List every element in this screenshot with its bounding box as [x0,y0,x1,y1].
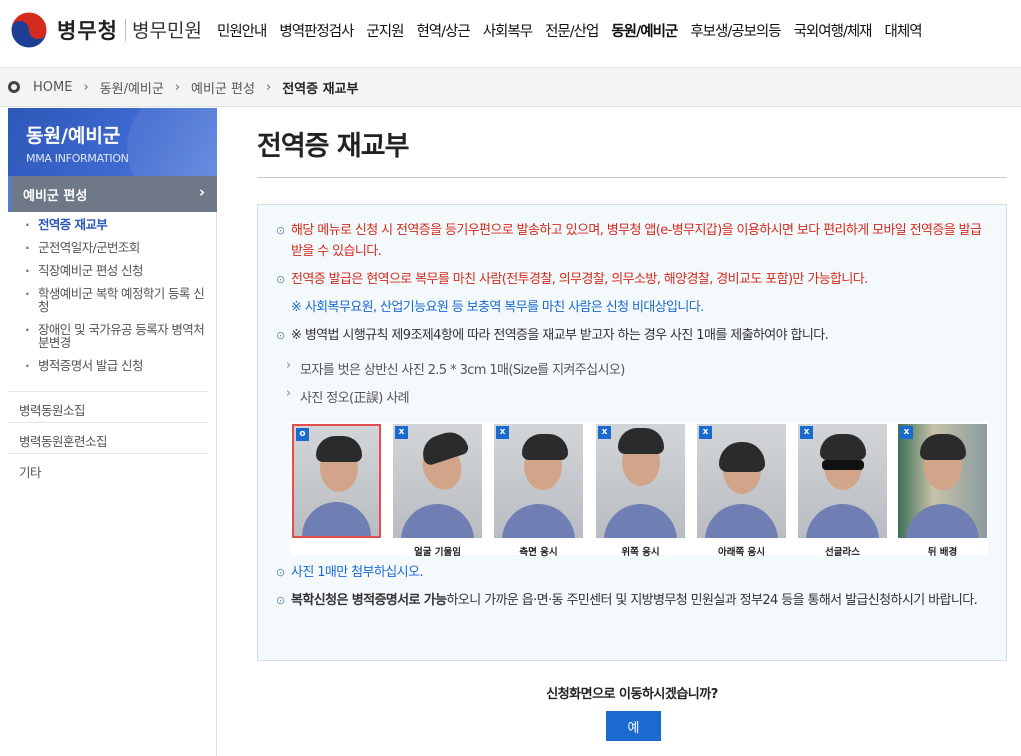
photo-caption: 선글라스 [825,547,860,558]
notice-item: ⊙ 복학신청은 병적증명서로 가능하오니 가까운 읍·면·동 주민센터 및 지방… [276,590,996,611]
chevron-right-icon: › [265,79,272,95]
sidebar-menu-mobilization[interactable]: 병력동원소집 [8,400,208,419]
notice-sub-item: ※ 사회복무요원, 산업기능요원 등 보충역 복무를 마친 사람은 신청 비대상… [291,300,704,315]
photo-example-down: x [697,424,786,538]
main-nav: 민원안내 병역판정검사 군지원 현역/상근 사회복무 전문/산업 동원/예비군 … [217,20,935,42]
sidebar: 동원/예비군 MMA INFORMATION 예비군 편성 › 전역증 재교부 … [0,108,217,756]
logo-text[interactable]: 병무청 [57,15,118,45]
mma-logo-icon[interactable] [10,11,48,49]
bullet-icon: ⊙ [276,329,285,342]
nav-item-exam[interactable]: 병역판정검사 [279,20,354,42]
sidebar-hero: 동원/예비군 MMA INFORMATION [8,108,217,176]
logo-divider [125,19,126,41]
nav-item-reserve[interactable]: 동원/예비군 [611,20,678,42]
page-title: 전역증 재교부 [257,131,409,162]
notice-item: ⊙ 사진 1매만 첨부하십시오. [276,562,996,583]
notice-text: 하오니 가까운 읍·면·동 주민센터 및 지방병무청 민원실과 정부24 등을 … [446,593,978,608]
photo-example-sunglasses: x [798,424,887,538]
breadcrumb: HOME › 동원/예비군 › 예비군 편성 › 전역증 재교부 [0,67,1021,107]
yes-button[interactable]: 예 [606,711,661,741]
chevron-right-icon: › [174,79,181,95]
sidebar-item-discharge-lookup[interactable]: 군전역일자/군번조회 [8,241,208,254]
bullet-icon: ⊙ [276,273,285,286]
sidebar-item-workplace-reserve[interactable]: 직장예비군 편성 신청 [8,264,208,277]
title-divider [257,177,1007,178]
notice-item: ⊙ 전역증 발급은 현역으로 복무를 마친 사람(전투경찰, 의무경찰, 의무소… [276,269,996,290]
confirm-question: 신청화면으로 이동하시겠습니까? [546,687,718,702]
notice-box: ⊙ 해당 메뉴로 신청 시 전역증을 등기우편으로 발송하고 있으며, 병무청 … [257,204,1007,661]
photo-example-up: x [596,424,685,538]
sidebar-item-reissue[interactable]: 전역증 재교부 [8,218,208,231]
photo-caption: 위쪽 응시 [621,547,660,558]
photo-example-correct: o [292,424,381,538]
wrong-mark-icon: x [800,426,813,439]
nav-item-candidate[interactable]: 후보생/공보의등 [690,20,781,42]
chevron-right-icon: › [83,79,89,95]
sidebar-item-disability-change[interactable]: 장애인 및 국가유공 등록자 병역처분변경 [8,323,208,349]
photo-example-side: x [494,424,583,538]
sidebar-section-reserve-organize[interactable]: 예비군 편성 › [8,176,217,212]
photo-caption: 측면 응시 [519,547,558,558]
bullet-icon: ⊙ [276,566,285,579]
nav-item-alternative[interactable]: 대체역 [885,20,923,42]
nav-item-industrial[interactable]: 전문/산업 [545,20,599,42]
home-icon[interactable] [8,81,20,93]
sidebar-menu-etc[interactable]: 기타 [8,462,208,481]
breadcrumb-item-reserve[interactable]: 동원/예비군 [100,78,164,97]
sidebar-divider [8,391,208,392]
nav-item-civil[interactable]: 민원안내 [217,20,267,42]
site-name[interactable]: 병무민원 [132,16,202,43]
nav-item-overseas[interactable]: 국외여행/체재 [794,20,873,42]
breadcrumb-home[interactable]: HOME [33,80,72,95]
correct-mark-icon: o [296,428,309,441]
chevron-right-icon: › [198,183,205,201]
sidebar-section-label: 예비군 편성 [23,188,88,204]
nav-item-active-duty[interactable]: 현역/상근 [416,20,470,42]
bullet-icon: ⊙ [276,594,285,607]
wrong-mark-icon: x [395,426,408,439]
sidebar-menu-training[interactable]: 병력동원훈련소집 [8,431,208,450]
photo-example-background: x [898,424,987,538]
header: 병무청 병무민원 민원안내 병역판정검사 군지원 현역/상근 사회복무 전문/산… [0,0,1021,62]
photo-caption: 뒤 배경 [927,547,958,558]
wrong-mark-icon: x [699,426,712,439]
sidebar-divider [8,422,208,423]
sidebar-divider [8,453,208,454]
notice-item: ⊙ ※ 병역법 시행규칙 제9조제4항에 따라 전역증을 재교부 받고자 하는 … [276,325,996,346]
breadcrumb-current: 전역증 재교부 [282,81,359,97]
photo-examples: o x x x x x x 얼굴 기울임 측면 응시 위쪽 응시 아래쪽 응시 … [290,422,988,558]
sidebar-title: 동원/예비군 [26,125,121,147]
notice-sub-item: 모자를 벗은 상반신 사진 2.5 * 3cm 1매(Size를 지켜주십시오) [286,358,625,378]
sidebar-item-certificate[interactable]: 병적증명서 발급 신청 [8,359,208,372]
sidebar-subtitle: MMA INFORMATION [26,152,129,165]
breadcrumb-item-organize[interactable]: 예비군 편성 [191,78,255,97]
photo-caption: 아래쪽 응시 [717,547,765,558]
wrong-mark-icon: x [598,426,611,439]
notice-sub-item: 사진 정오(正誤) 사례 [286,386,410,406]
bullet-icon: ⊙ [276,224,285,237]
nav-item-military-apply[interactable]: 군지원 [366,20,404,42]
photo-example-tilted: x [393,424,482,538]
notice-item: ⊙ 해당 메뉴로 신청 시 전역증을 등기우편으로 발송하고 있으며, 병무청 … [276,220,996,262]
photo-caption: 얼굴 기울임 [413,547,461,558]
sidebar-sub-list: 전역증 재교부 군전역일자/군번조회 직장예비군 편성 신청 학생예비군 복학 … [8,218,208,382]
notice-bold-text: 복학신청은 병적증명서로 가능 [291,593,447,608]
sidebar-item-student-reserve[interactable]: 학생예비군 복학 예정학기 등록 신청 [8,287,208,313]
wrong-mark-icon: x [900,426,913,439]
nav-item-social-service[interactable]: 사회복무 [483,20,533,42]
wrong-mark-icon: x [496,426,509,439]
